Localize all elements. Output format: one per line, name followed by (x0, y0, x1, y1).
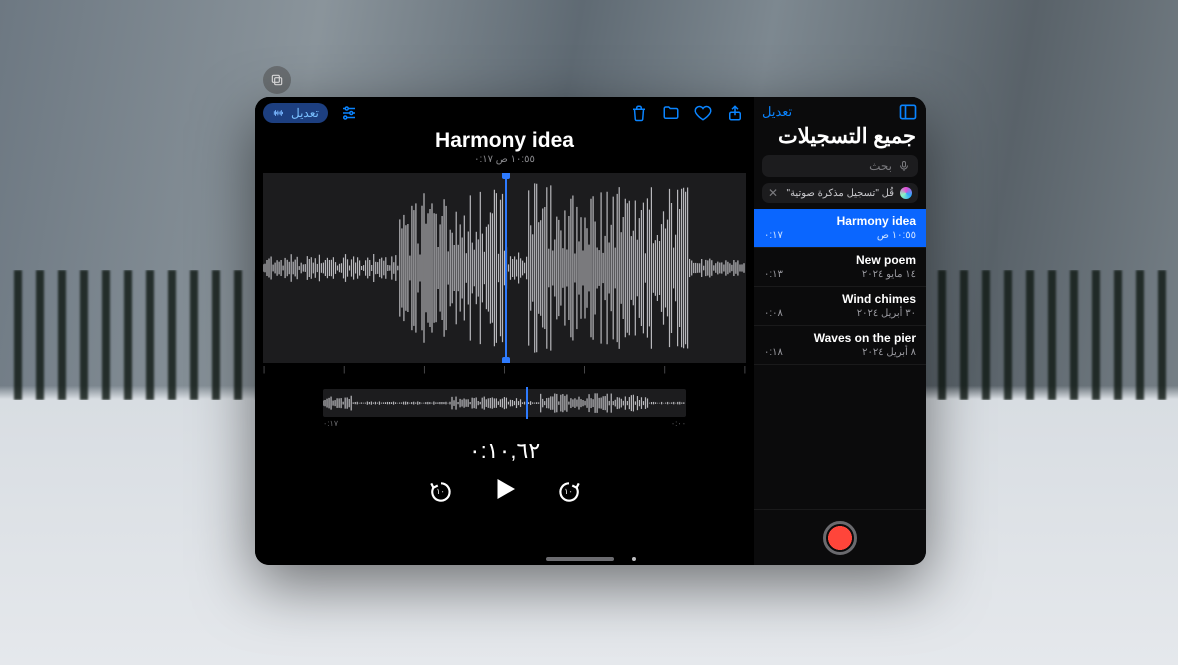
favorite-button[interactable] (692, 102, 714, 124)
edit-recording-button[interactable]: تعديل (263, 103, 328, 123)
waveform-icon (272, 107, 286, 119)
sidebar-edit-button[interactable]: تعديل (762, 104, 792, 120)
share-button[interactable] (724, 102, 746, 124)
sidebar: تعديل جميع التسجيلات بحث قُل "تسجيل مذكر… (754, 97, 926, 565)
record-button[interactable] (823, 521, 857, 555)
list-item-title: Wind chimes (764, 292, 916, 306)
siri-hint-text: قُل "تسجيل مذكرة صوتية" (787, 188, 894, 199)
skip-forward-button[interactable]: ١٠ (554, 477, 584, 507)
list-item-title: New poem (764, 253, 916, 267)
share-icon (726, 104, 744, 122)
play-icon (490, 474, 520, 504)
folder-icon (662, 104, 680, 122)
list-item-title: Waves on the pier (764, 331, 916, 345)
list-item-duration: ٠:١٨ (764, 347, 783, 358)
list-item-duration: ٠:١٧ (764, 230, 783, 241)
edit-pill-label: تعديل (291, 106, 319, 120)
waveform-overview-graphic (323, 389, 686, 417)
record-bar (754, 509, 926, 565)
editor-toolbar: تعديل (255, 97, 754, 129)
waveform-overview[interactable] (323, 389, 686, 417)
sidebar-title: جميع التسجيلات (754, 124, 926, 155)
list-item-date: ٣٠ أبريل ٢٠٢٤ (857, 308, 916, 319)
recordings-list: Harmony idea ١٠:٥٥ ص ٠:١٧ New poem ١٤ ما… (754, 209, 926, 509)
search-placeholder: بحث (869, 159, 892, 173)
list-item-date: ٨ أبريل ٢٠٢٤ (862, 347, 916, 358)
list-item-duration: ٠:١٣ (764, 269, 783, 280)
playhead[interactable] (505, 173, 507, 363)
list-item[interactable]: Harmony idea ١٠:٥٥ ص ٠:١٧ (754, 209, 926, 248)
list-item-date: ١٠:٥٥ ص (877, 230, 916, 241)
list-item[interactable]: Waves on the pier ٨ أبريل ٢٠٢٤ ٠:١٨ (754, 326, 926, 365)
recording-title[interactable]: Harmony idea (255, 129, 754, 153)
overview-start-label: ٠:٠٠ (671, 419, 686, 428)
sidebar-top: تعديل (754, 97, 926, 124)
overview-playhead[interactable] (526, 387, 528, 419)
desktop-wallpaper: تعديل جميع التسجيلات بحث قُل "تسجيل مذكر… (0, 0, 1178, 665)
play-button[interactable] (490, 474, 520, 509)
list-item-title: Harmony idea (764, 214, 916, 228)
skip-back-button[interactable]: ١٠ (426, 477, 456, 507)
recording-meta: ١٠:٥٥ ص ٠:١٧ (255, 154, 754, 165)
sliders-icon (340, 104, 358, 122)
list-item-duration: ٠:٠٨ (764, 308, 783, 319)
list-item[interactable]: New poem ١٤ مايو ٢٠٢٤ ٠:١٣ (754, 248, 926, 287)
waveform-area: ||||||| ٠:٠٠ ٠:١٧ (263, 173, 746, 428)
current-time: ٠:١٠,٦٢ (255, 438, 754, 464)
list-item[interactable]: Wind chimes ٣٠ أبريل ٢٠٢٤ ٠:٠٨ (754, 287, 926, 326)
sidebar-toggle-icon[interactable] (898, 102, 918, 122)
close-icon[interactable]: ✕ (768, 186, 778, 200)
playback-controls: ١٠ ١٠ (255, 474, 754, 509)
options-button[interactable] (338, 102, 360, 124)
editor-panel: تعديل (255, 97, 754, 565)
mic-icon (898, 160, 910, 172)
voice-memos-window: تعديل جميع التسجيلات بحث قُل "تسجيل مذكر… (255, 97, 926, 565)
multitask-button[interactable] (263, 66, 291, 94)
waveform-main[interactable] (263, 173, 746, 363)
home-indicator (546, 557, 636, 561)
search-input[interactable]: بحث (762, 155, 918, 177)
delete-button[interactable] (628, 102, 650, 124)
siri-icon (900, 187, 912, 199)
trash-icon (630, 104, 648, 122)
siri-suggestion[interactable]: قُل "تسجيل مذكرة صوتية" ✕ (762, 183, 918, 203)
move-to-folder-button[interactable] (660, 102, 682, 124)
time-ruler: ||||||| (263, 363, 746, 375)
list-item-date: ١٤ مايو ٢٠٢٤ (862, 269, 916, 280)
overview-end-label: ٠:١٧ (323, 419, 338, 428)
skip-back-amount: ١٠ (436, 487, 445, 496)
heart-icon (694, 104, 712, 122)
skip-forward-amount: ١٠ (564, 487, 573, 496)
